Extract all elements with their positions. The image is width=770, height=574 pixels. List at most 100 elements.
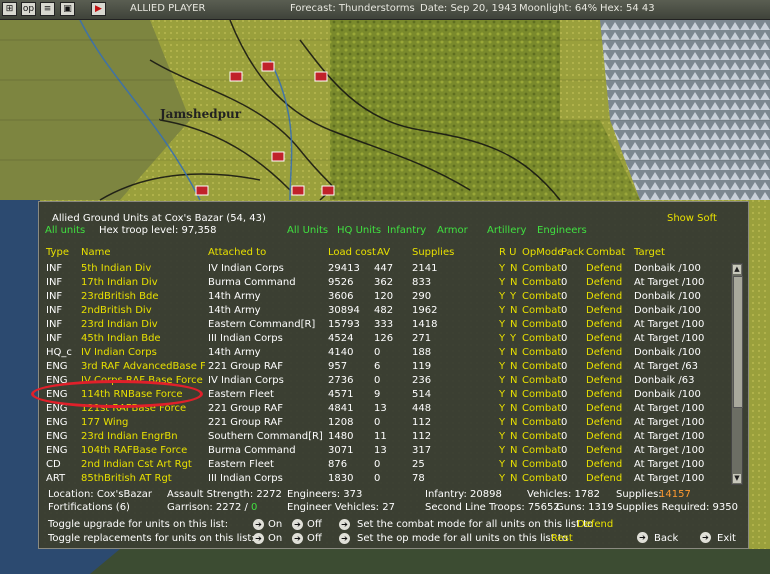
cell-r[interactable]: Y <box>499 361 505 372</box>
scroll-up-icon[interactable]: ▲ <box>733 265 741 274</box>
cell-combat[interactable]: Defend <box>586 319 622 330</box>
table-row[interactable]: ENG 23rd Indian EngrBn Southern Command[R]… <box>39 431 729 445</box>
table-row[interactable]: INF 17th Indian Div Burma Command 9526 362 83… <box>39 277 729 291</box>
cell-opmode[interactable]: Combat <box>522 417 561 428</box>
table-row[interactable]: INF 2ndBritish Div 14th Army 30894 482 1962 Y N… <box>39 305 729 319</box>
cell-r[interactable]: Y <box>499 305 505 316</box>
cell-name[interactable]: 17th Indian Div <box>81 277 158 288</box>
op-mode-value[interactable]: Rest <box>551 533 573 544</box>
cell-opmode[interactable]: Combat <box>522 361 561 372</box>
cell-combat[interactable]: Defend <box>586 417 622 428</box>
cell-r[interactable]: Y <box>499 319 505 330</box>
table-row[interactable]: INF 45th Indian Bde III Indian Corps 4524 12… <box>39 333 729 347</box>
col-type[interactable]: Type <box>46 247 69 258</box>
cell-name[interactable]: 45th Indian Bde <box>81 333 161 344</box>
combat-mode-radio-icon[interactable]: ➔ <box>339 519 350 530</box>
replacements-on-label[interactable]: On <box>268 533 282 544</box>
cell-u[interactable]: N <box>510 445 517 456</box>
cell-opmode[interactable]: Combat <box>522 375 561 386</box>
play-icon[interactable]: ▶ <box>91 2 106 16</box>
cell-name[interactable]: 104th RAFBase Force <box>81 445 187 456</box>
cell-u[interactable]: N <box>510 375 517 386</box>
cell-r[interactable]: Y <box>499 473 505 484</box>
col-target[interactable]: Target <box>634 247 665 258</box>
cell-combat[interactable]: Defend <box>586 347 622 358</box>
filter-hq-units[interactable]: HQ Units <box>337 225 381 236</box>
col-load-cost[interactable]: Load cost <box>328 247 376 258</box>
upgrade-on-label[interactable]: On <box>268 519 282 530</box>
cell-u[interactable]: N <box>510 459 517 470</box>
replacements-off-label[interactable]: Off <box>307 533 322 544</box>
filter-artillery[interactable]: Artillery <box>487 225 526 236</box>
combat-mode-value[interactable]: Defend <box>577 519 613 530</box>
cell-r[interactable]: Y <box>499 333 505 344</box>
cell-opmode[interactable]: Combat <box>522 431 561 442</box>
table-row[interactable]: ENG 3rd RAF AdvancedBase For 221 Group RAF… <box>39 361 729 375</box>
cell-u[interactable]: N <box>510 473 517 484</box>
back-arrow-icon[interactable]: ➔ <box>637 532 648 543</box>
cell-name[interactable]: 2nd Indian Cst Art Rgt <box>81 459 192 470</box>
cell-u[interactable]: Y <box>510 291 516 302</box>
table-row[interactable]: CD 2nd Indian Cst Art Rgt Eastern Fleet 876… <box>39 459 729 473</box>
table-row[interactable]: ART 85thBritish AT Rgt III Indian Corps 183… <box>39 473 729 487</box>
filter-all-units[interactable]: All Units <box>287 225 328 236</box>
cell-name[interactable]: 23rd Indian EngrBn <box>81 431 178 442</box>
cell-u[interactable]: Y <box>510 333 516 344</box>
col-ru[interactable]: R U <box>499 247 516 258</box>
list-icon[interactable]: ≡ <box>40 2 55 16</box>
cell-r[interactable]: Y <box>499 375 505 386</box>
cell-r[interactable]: Y <box>499 403 505 414</box>
all-units-left-filter[interactable]: All units <box>45 225 85 236</box>
cell-name[interactable]: 177 Wing <box>81 417 128 428</box>
col-attached[interactable]: Attached to <box>208 247 266 258</box>
cell-name[interactable]: 3rd RAF AdvancedBase For <box>81 361 205 372</box>
table-row[interactable]: ENG 177 Wing 221 Group RAF 1208 0 112 Y N Combat… <box>39 417 729 431</box>
cell-combat[interactable]: Defend <box>586 389 622 400</box>
op-icon[interactable]: op <box>21 2 36 16</box>
cell-opmode[interactable]: Combat <box>522 459 561 470</box>
col-combat[interactable]: Combat <box>586 247 625 258</box>
cell-r[interactable]: Y <box>499 459 505 470</box>
cell-r[interactable]: Y <box>499 431 505 442</box>
cell-opmode[interactable]: Combat <box>522 333 561 344</box>
cell-u[interactable]: N <box>510 417 517 428</box>
cell-opmode[interactable]: Combat <box>522 445 561 456</box>
cell-opmode[interactable]: Combat <box>522 263 561 274</box>
table-row[interactable]: INF 5th Indian Div IV Indian Corps 29413 447… <box>39 263 729 277</box>
cell-combat[interactable]: Defend <box>586 333 622 344</box>
cell-u[interactable]: N <box>510 431 517 442</box>
scroll-down-icon[interactable]: ▼ <box>733 474 741 483</box>
cell-u[interactable]: N <box>510 403 517 414</box>
cell-name[interactable]: IV Indian Corps <box>81 347 157 358</box>
map-icon[interactable]: ⊞ <box>2 2 17 16</box>
col-pack[interactable]: Pack <box>561 247 584 258</box>
cell-opmode[interactable]: Combat <box>522 277 561 288</box>
op-mode-radio-icon[interactable]: ➔ <box>339 533 350 544</box>
filter-engineers[interactable]: Engineers <box>537 225 587 236</box>
cell-u[interactable]: N <box>510 347 517 358</box>
cell-opmode[interactable]: Combat <box>522 291 561 302</box>
col-av[interactable]: AV <box>377 247 390 258</box>
cell-r[interactable]: Y <box>499 291 505 302</box>
window-icon[interactable]: ▣ <box>60 2 75 16</box>
cell-combat[interactable]: Defend <box>586 473 622 484</box>
cell-r[interactable]: Y <box>499 417 505 428</box>
col-supplies[interactable]: Supplies <box>412 247 454 258</box>
table-row[interactable]: INF 23rdBritish Bde 14th Army 3606 120 290 Y Y C… <box>39 291 729 305</box>
exit-arrow-icon[interactable]: ➔ <box>700 532 711 543</box>
cell-r[interactable]: Y <box>499 445 505 456</box>
cell-combat[interactable]: Defend <box>586 361 622 372</box>
cell-opmode[interactable]: Combat <box>522 403 561 414</box>
cell-name[interactable]: 23rd Indian Div <box>81 319 158 330</box>
cell-name[interactable]: 85thBritish AT Rgt <box>81 473 172 484</box>
show-soft-toggle[interactable]: Show Soft <box>667 213 717 224</box>
cell-opmode[interactable]: Combat <box>522 347 561 358</box>
cell-name[interactable]: 5th Indian Div <box>81 263 151 274</box>
replacements-on-radio-icon[interactable]: ➔ <box>253 533 264 544</box>
back-button[interactable]: Back <box>654 533 678 544</box>
cell-r[interactable]: Y <box>499 389 505 400</box>
cell-u[interactable]: N <box>510 319 517 330</box>
table-row[interactable]: HQ_c IV Indian Corps 14th Army 4140 0 188 Y N Co… <box>39 347 729 361</box>
upgrade-off-radio-icon[interactable]: ➔ <box>292 519 303 530</box>
replacements-off-radio-icon[interactable]: ➔ <box>292 533 303 544</box>
